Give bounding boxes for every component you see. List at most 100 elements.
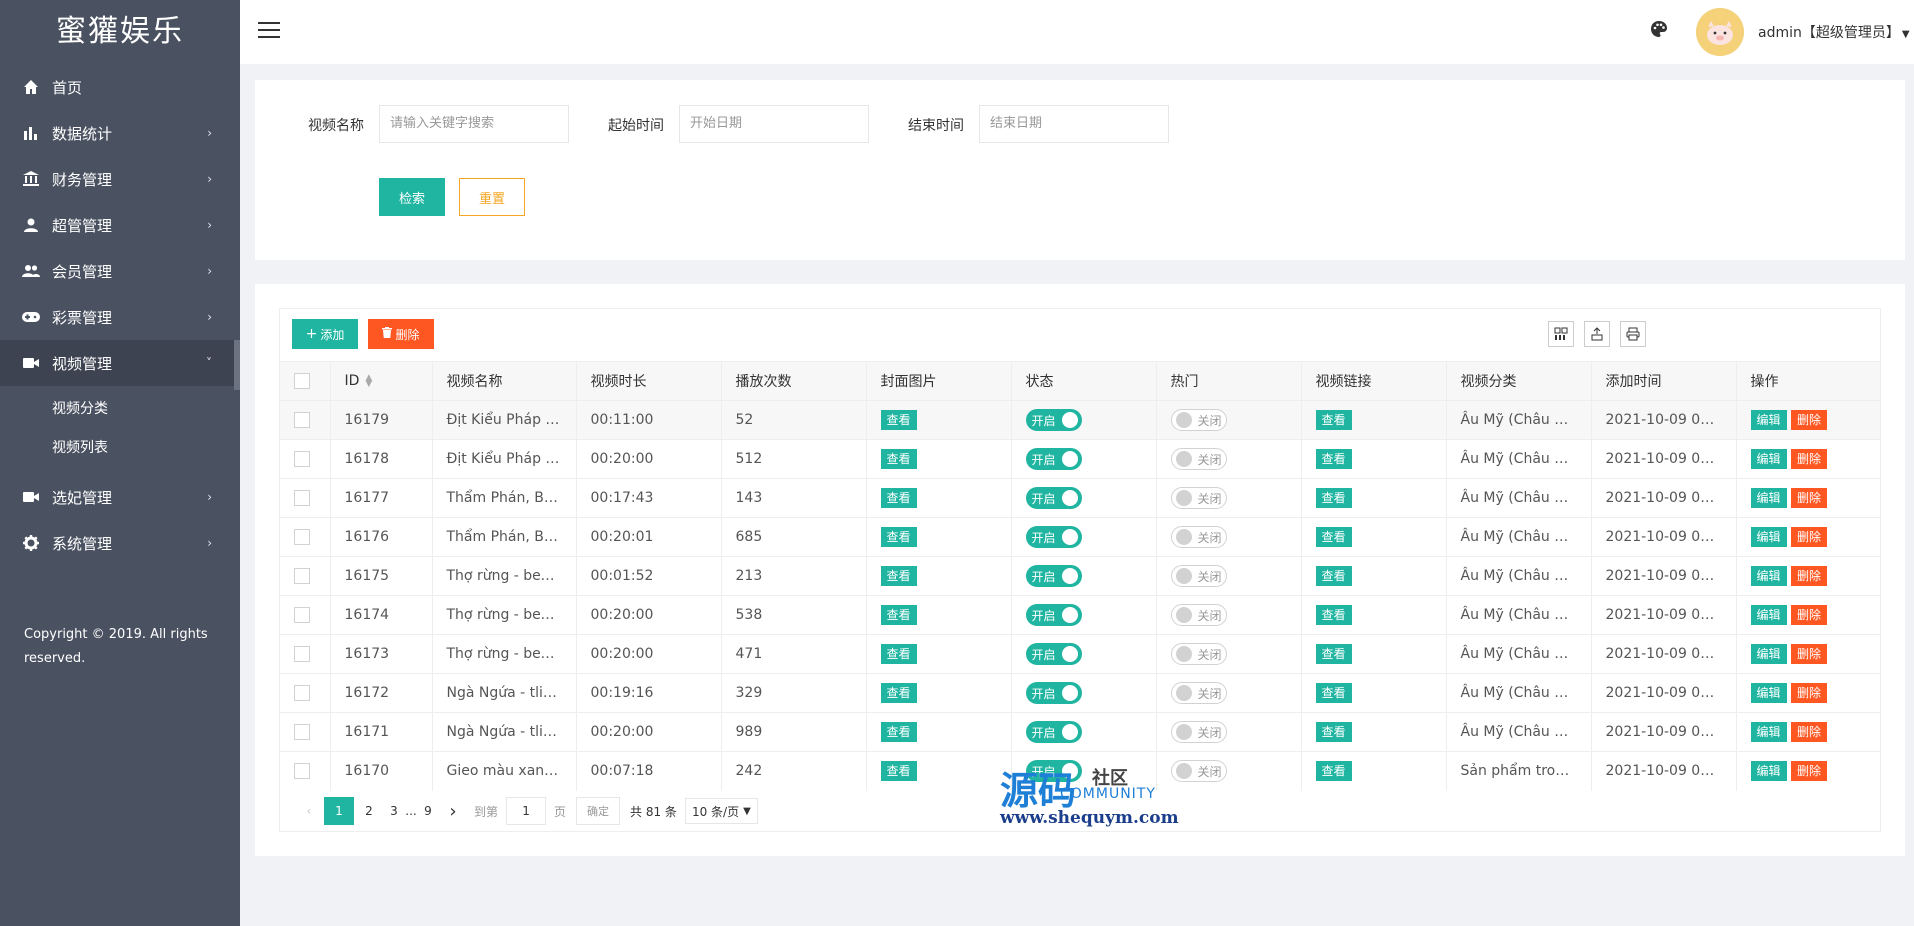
delete-button[interactable]: 删除 (1790, 722, 1827, 742)
hot-toggle[interactable]: 关闭 (1170, 409, 1227, 431)
delete-button[interactable]: 删除 (1790, 605, 1827, 625)
row-checkbox[interactable] (294, 412, 310, 428)
view-link-button[interactable]: 查看 (1315, 566, 1352, 586)
hot-toggle[interactable]: 关闭 (1170, 448, 1227, 470)
view-link-button[interactable]: 查看 (1315, 488, 1352, 508)
edit-button[interactable]: 编辑 (1750, 722, 1787, 742)
row-checkbox[interactable] (294, 763, 310, 780)
view-cover-button[interactable]: 查看 (880, 761, 917, 782)
sidebar-item-stats[interactable]: 数据统计 › (0, 110, 240, 156)
view-link-button[interactable]: 查看 (1315, 410, 1352, 430)
view-cover-button[interactable]: 查看 (880, 722, 917, 742)
row-checkbox[interactable] (294, 490, 310, 506)
add-button[interactable]: + 添加 (292, 319, 358, 349)
row-checkbox[interactable] (294, 607, 310, 623)
columns-filter-icon[interactable] (1548, 321, 1574, 347)
edit-button[interactable]: 编辑 (1750, 566, 1787, 586)
page-number[interactable]: 9 (418, 797, 438, 825)
page-number[interactable]: 2 (354, 797, 384, 825)
video-name-input[interactable]: 请输入关键字搜索 (379, 105, 569, 143)
delete-button[interactable]: 删除 (1790, 761, 1827, 782)
avatar[interactable] (1696, 8, 1744, 56)
next-page-icon[interactable]: › (438, 797, 468, 825)
batch-delete-button[interactable]: 删除 (368, 319, 434, 349)
status-toggle[interactable]: 开启 (1025, 682, 1082, 704)
hot-toggle[interactable]: 关闭 (1170, 643, 1227, 665)
sidebar-item-video[interactable]: 视频管理 ˅ (0, 340, 240, 386)
user-menu[interactable]: admin【超级管理员】 ▼ (1758, 22, 1910, 42)
row-checkbox[interactable] (294, 685, 310, 701)
view-link-button[interactable]: 查看 (1315, 449, 1352, 469)
delete-button[interactable]: 删除 (1790, 527, 1827, 547)
edit-button[interactable]: 编辑 (1750, 410, 1787, 430)
delete-button[interactable]: 删除 (1790, 683, 1827, 703)
edit-button[interactable]: 编辑 (1750, 449, 1787, 469)
edit-button[interactable]: 编辑 (1750, 644, 1787, 664)
submenu-item-video-category[interactable]: 视频分类 (0, 390, 240, 429)
goto-page-input[interactable]: 1 (506, 797, 547, 825)
page-size-select[interactable]: 10 条/页 ▼ (684, 798, 758, 824)
page-number[interactable]: 1 (324, 797, 354, 825)
row-checkbox[interactable] (294, 529, 310, 545)
sidebar-item-home[interactable]: 首页 (0, 64, 240, 110)
hot-toggle[interactable]: 关闭 (1170, 604, 1227, 626)
start-date-input[interactable]: 开始日期 (679, 105, 869, 143)
delete-button[interactable]: 删除 (1790, 566, 1827, 586)
row-checkbox[interactable] (294, 451, 310, 467)
sidebar-scrollbar[interactable] (234, 340, 240, 390)
select-all-checkbox[interactable] (294, 373, 310, 389)
view-cover-button[interactable]: 查看 (880, 566, 917, 586)
edit-button[interactable]: 编辑 (1750, 683, 1787, 703)
menu-toggle-icon[interactable] (258, 22, 280, 40)
view-link-button[interactable]: 查看 (1315, 722, 1352, 742)
sidebar-item-concubine[interactable]: 选妃管理 › (0, 474, 240, 520)
page-number[interactable]: 3 (384, 797, 404, 825)
view-cover-button[interactable]: 查看 (880, 527, 917, 547)
status-toggle[interactable]: 开启 (1025, 565, 1082, 587)
end-date-input[interactable]: 结束日期 (979, 105, 1169, 143)
delete-button[interactable]: 删除 (1790, 410, 1827, 430)
view-link-button[interactable]: 查看 (1315, 683, 1352, 703)
sidebar-item-system[interactable]: 系统管理 › (0, 520, 240, 566)
row-checkbox[interactable] (294, 568, 310, 584)
view-cover-button[interactable]: 查看 (880, 605, 917, 625)
hot-toggle[interactable]: 关闭 (1170, 682, 1227, 704)
edit-button[interactable]: 编辑 (1750, 488, 1787, 508)
edit-button[interactable]: 编辑 (1750, 527, 1787, 547)
sort-icon[interactable]: ▲ ▼ (365, 374, 372, 389)
status-toggle[interactable]: 开启 (1025, 409, 1082, 431)
row-checkbox[interactable] (294, 724, 310, 740)
status-toggle[interactable]: 开启 (1025, 448, 1082, 470)
delete-button[interactable]: 删除 (1790, 449, 1827, 469)
view-cover-button[interactable]: 查看 (880, 449, 917, 469)
hot-toggle[interactable]: 关闭 (1170, 721, 1227, 743)
status-toggle[interactable]: 开启 (1025, 643, 1082, 665)
hot-toggle[interactable]: 关闭 (1170, 565, 1227, 587)
edit-button[interactable]: 编辑 (1750, 761, 1787, 782)
goto-confirm-button[interactable]: 确定 (576, 797, 621, 825)
status-toggle[interactable]: 开启 (1025, 721, 1082, 743)
palette-icon[interactable] (1650, 20, 1672, 42)
prev-page-icon[interactable]: ‹ (294, 797, 324, 825)
sidebar-item-finance[interactable]: 财务管理 › (0, 156, 240, 202)
hot-toggle[interactable]: 关闭 (1170, 526, 1227, 548)
view-cover-button[interactable]: 查看 (880, 488, 917, 508)
export-icon[interactable] (1584, 321, 1610, 347)
reset-button[interactable]: 重置 (459, 178, 525, 216)
sidebar-item-lottery[interactable]: 彩票管理 › (0, 294, 240, 340)
sidebar-item-members[interactable]: 会员管理 › (0, 248, 240, 294)
search-button[interactable]: 检索 (379, 178, 445, 216)
status-toggle[interactable]: 开启 (1025, 604, 1082, 626)
submenu-item-video-list[interactable]: 视频列表 (0, 429, 240, 468)
view-cover-button[interactable]: 查看 (880, 644, 917, 664)
view-link-button[interactable]: 查看 (1315, 527, 1352, 547)
edit-button[interactable]: 编辑 (1750, 605, 1787, 625)
view-link-button[interactable]: 查看 (1315, 644, 1352, 664)
row-checkbox[interactable] (294, 646, 310, 662)
sidebar-item-admin[interactable]: 超管管理 › (0, 202, 240, 248)
print-icon[interactable] (1620, 321, 1646, 347)
status-toggle[interactable]: 开启 (1025, 526, 1082, 548)
view-cover-button[interactable]: 查看 (880, 410, 917, 430)
column-header-id[interactable]: ID ▲ ▼ (330, 361, 433, 401)
hot-toggle[interactable]: 关闭 (1170, 487, 1227, 509)
